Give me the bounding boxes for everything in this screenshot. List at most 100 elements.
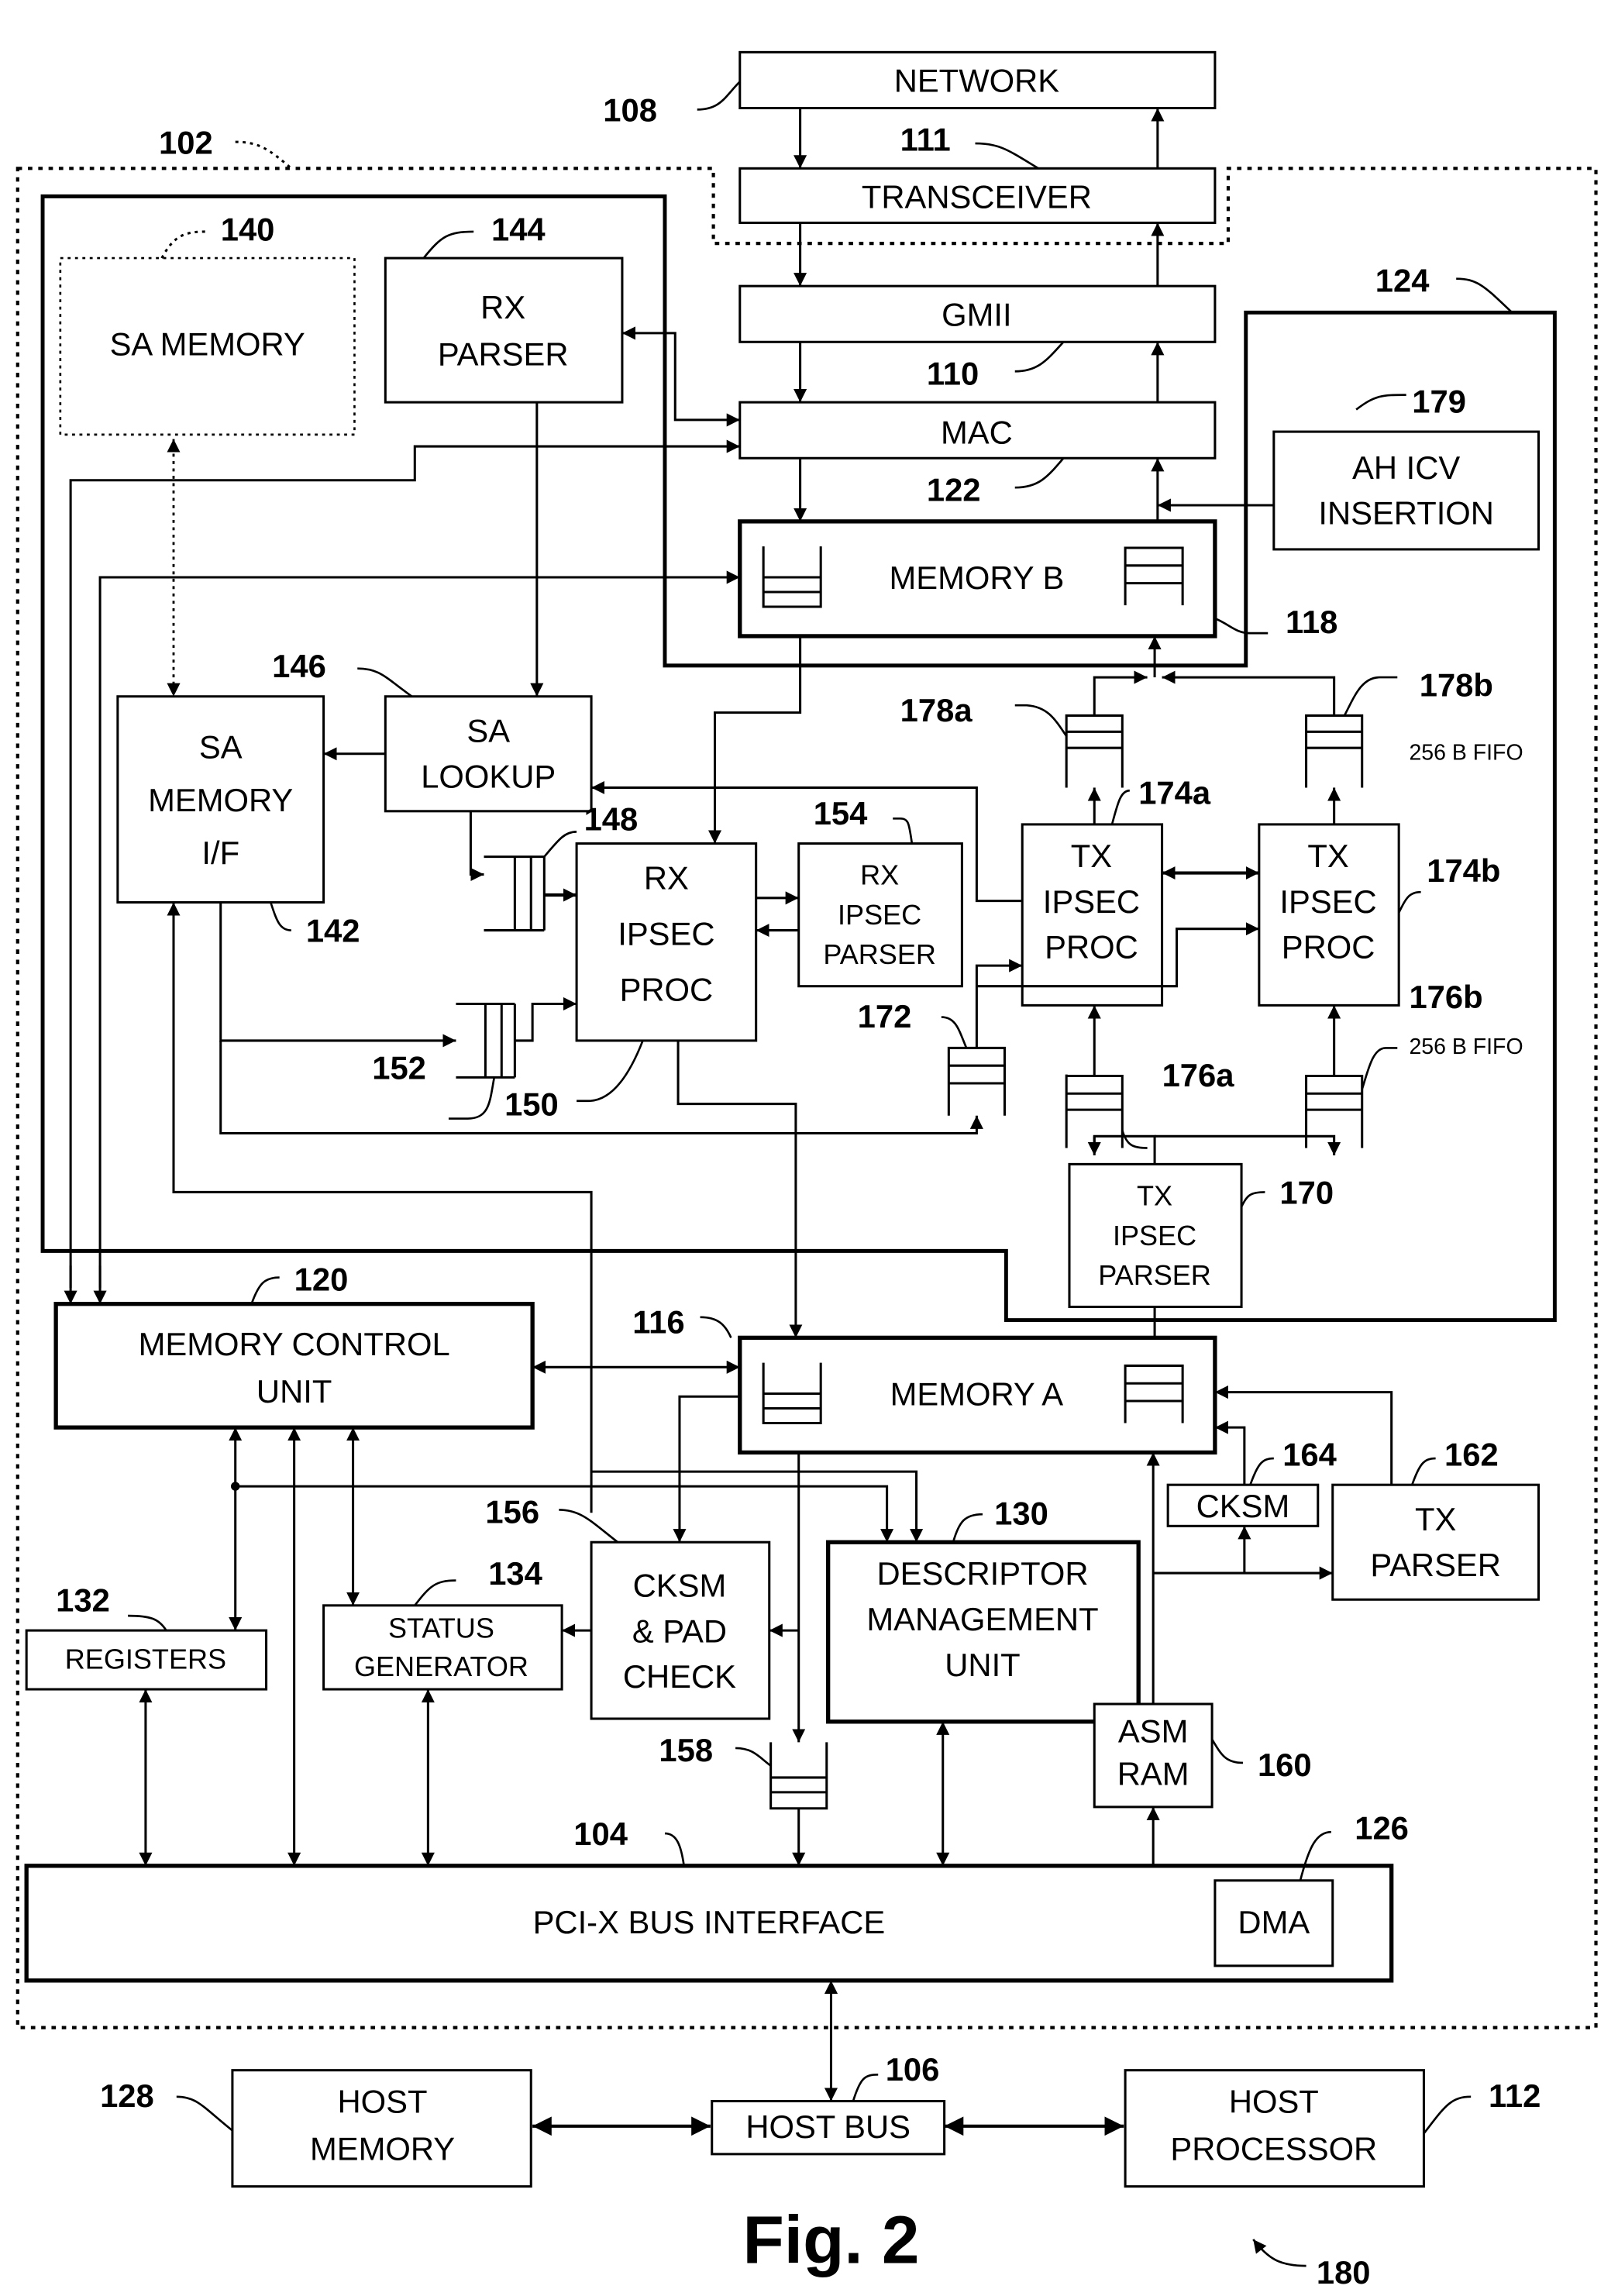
block-label: STATUS — [388, 1613, 494, 1644]
ref-label: 140 — [221, 211, 275, 247]
ref-label: 174a — [1138, 774, 1211, 811]
block-label: PARSER — [438, 336, 569, 373]
block-label: TX — [1071, 838, 1112, 874]
block-label: PARSER — [1370, 1547, 1501, 1583]
ref-label: 172 — [858, 998, 912, 1034]
sa-memory-block: SA MEMORY 140 — [59, 211, 356, 436]
block-label: HOST BUS — [745, 2108, 911, 2145]
pcix-bus-interface-block: PCI-X BUS INTERFACE 104 — [24, 1816, 1394, 1983]
block-label: MEMORY A — [890, 1376, 1064, 1413]
tx-parser-block: TX PARSER 162 — [1331, 1437, 1541, 1601]
block-label: PROCESSOR — [1170, 2130, 1377, 2167]
block-label: DESCRIPTOR — [877, 1555, 1089, 1592]
block-label: CKSM — [633, 1567, 727, 1603]
status-generator-block: STATUS GENERATOR 134 — [322, 1555, 563, 1691]
block-label: TRANSCEIVER — [862, 179, 1092, 215]
block-label: RX — [644, 859, 689, 896]
block-label: IPSEC — [1113, 1220, 1196, 1251]
ref-label: 144 — [491, 211, 546, 247]
ref-label: 160 — [1258, 1747, 1312, 1783]
block-label: LOOKUP — [421, 758, 556, 794]
ref-label: 104 — [573, 1816, 628, 1852]
ref-label: 142 — [306, 913, 360, 949]
fifo-158: 158 — [659, 1732, 828, 1810]
block-label: MEMORY — [310, 2130, 455, 2167]
block-label: MEMORY — [148, 782, 293, 818]
block-label: PROC — [1045, 929, 1138, 966]
block-label: GMII — [942, 296, 1011, 332]
fifo-note: 256 B FIFO — [1409, 1034, 1523, 1059]
ref-label: 180 — [1317, 2254, 1371, 2291]
block-label: IPSEC — [618, 916, 714, 952]
block-label: PROC — [1282, 929, 1375, 966]
block-label: GENERATOR — [354, 1651, 528, 1682]
memory-b-block: MEMORY B 118 — [738, 519, 1337, 640]
network-block: NETWORK 108 — [603, 50, 1217, 129]
block-diagram: 102 124 NETWORK 108 TRANSCEIVER 111 GMII… — [15, 50, 1598, 2291]
block-label: REGISTERS — [65, 1643, 226, 1675]
block-label: NETWORK — [894, 63, 1060, 99]
ref-label: 178b — [1420, 667, 1493, 704]
ref-label: 179 — [1412, 383, 1466, 419]
block-label: MEMORY B — [889, 559, 1064, 596]
fifo-172: 172 — [858, 998, 1006, 1116]
ref-label: 176b — [1409, 979, 1482, 1015]
rx-ipsec-parser-block: RX IPSEC PARSER 154 — [797, 795, 963, 988]
block-label: SA — [466, 713, 510, 749]
ref-label: 164 — [1282, 1437, 1337, 1473]
ref-label: 116 — [632, 1304, 684, 1341]
descriptor-management-unit-block: DESCRIPTOR MANAGEMENT UNIT 130 — [826, 1495, 1141, 1724]
ref-label: 158 — [659, 1732, 713, 1768]
fifo-note: 256 B FIFO — [1409, 740, 1523, 765]
fifo-152: 152 — [372, 1002, 516, 1120]
fifo-176a: 176a — [1065, 1057, 1235, 1149]
host-memory-block: HOST MEMORY 128 — [100, 2069, 532, 2188]
ref-label: 176a — [1162, 1057, 1235, 1093]
tx-ipsec-parser-block: TX IPSEC PARSER 170 — [1068, 1162, 1334, 1309]
block-label: DMA — [1238, 1904, 1310, 1940]
block-label: ASM — [1118, 1713, 1188, 1749]
memory-control-unit-block: MEMORY CONTROL UNIT 120 — [53, 1262, 535, 1430]
mac-block: MAC 122 — [738, 401, 1217, 508]
ref-label: 128 — [100, 2077, 154, 2114]
block-label: UNIT — [945, 1647, 1020, 1683]
block-label: RX — [860, 859, 899, 891]
block-label: PROC — [620, 972, 714, 1008]
fifo-178b: 178b 256 B FIFO — [1305, 667, 1523, 788]
ref-label: 110 — [927, 355, 979, 391]
ref-label: 120 — [294, 1262, 349, 1298]
block-label: SA MEMORY — [110, 325, 305, 362]
block-label: IPSEC — [1279, 883, 1376, 920]
block-label: CKSM — [1196, 1488, 1290, 1524]
block-label: CHECK — [623, 1658, 736, 1695]
block-label: RX — [480, 289, 525, 325]
block-label: INSERTION — [1318, 495, 1494, 532]
system-ref: 180 — [1252, 2239, 1371, 2291]
block-label: I/F — [201, 835, 239, 871]
block-label: IPSEC — [1043, 883, 1140, 920]
ref-label: 112 — [1489, 2077, 1541, 2114]
transceiver-block: TRANSCEIVER 111 — [738, 122, 1217, 225]
block-label: MANAGEMENT — [866, 1601, 1098, 1637]
ref-label: 170 — [1279, 1175, 1334, 1211]
ref-label: 156 — [485, 1494, 539, 1530]
ref-label: 111 — [900, 122, 951, 158]
block-label: HOST — [1229, 2084, 1319, 2120]
ref-label: 152 — [372, 1049, 426, 1086]
block-label: & PAD — [632, 1613, 727, 1649]
block-label: MAC — [941, 414, 1013, 450]
rx-parser-block: RX PARSER 144 — [384, 211, 624, 404]
ref-label: 174b — [1427, 852, 1500, 889]
ref-label: 126 — [1355, 1810, 1409, 1847]
block-label: SA — [199, 728, 243, 765]
block-label: RAM — [1117, 1755, 1189, 1792]
host-bus-block: HOST BUS 106 — [711, 2051, 946, 2156]
ref-label: 132 — [56, 1582, 110, 1618]
ref-label: 178a — [900, 692, 973, 728]
tx-ipsec-proc-a-block: TX IPSEC PROC 174a — [1021, 774, 1211, 1007]
block-label: MEMORY CONTROL — [139, 1326, 450, 1362]
block-label: TX — [1307, 838, 1348, 874]
ref-label: 124 — [1375, 263, 1430, 299]
ref-label: 150 — [504, 1086, 559, 1123]
ref-label: 146 — [272, 648, 326, 684]
